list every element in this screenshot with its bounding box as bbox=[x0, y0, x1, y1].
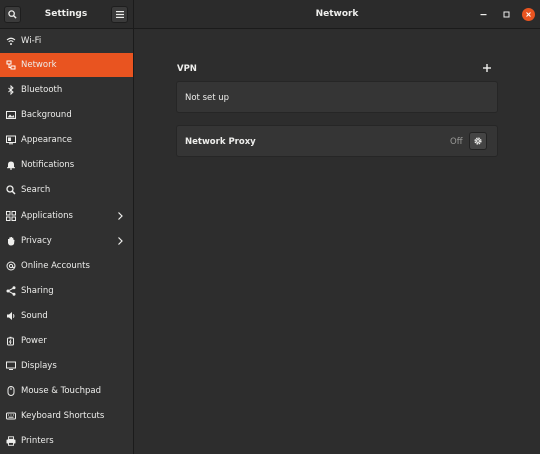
sidebar-title: Settings bbox=[44, 9, 88, 19]
sidebar-item-online-accounts[interactable]: Online Accounts bbox=[0, 254, 133, 278]
vpn-section-title: VPN bbox=[177, 64, 197, 74]
sidebar-item-label: Keyboard Shortcuts bbox=[21, 411, 105, 421]
gear-icon bbox=[474, 137, 482, 145]
sidebar-item-privacy[interactable]: Privacy bbox=[0, 229, 133, 253]
grid-icon bbox=[5, 211, 16, 222]
close-icon bbox=[526, 12, 531, 17]
close-button[interactable] bbox=[520, 6, 537, 23]
sidebar-item-label: Displays bbox=[21, 361, 57, 371]
sidebar-item-label: Privacy bbox=[21, 236, 52, 246]
sidebar-item-label: Power bbox=[21, 336, 47, 346]
maximize-icon bbox=[503, 11, 510, 18]
network-icon bbox=[5, 60, 16, 71]
network-proxy-label: Network Proxy bbox=[185, 137, 256, 147]
sidebar-item-displays[interactable]: Displays bbox=[0, 354, 133, 378]
search-icon bbox=[8, 10, 17, 19]
sidebar-item-label: Background bbox=[21, 110, 72, 120]
chevron-right-icon bbox=[118, 237, 123, 245]
minimize-button[interactable] bbox=[475, 6, 492, 23]
search-icon bbox=[5, 185, 16, 196]
sidebar-item-sharing[interactable]: Sharing bbox=[0, 279, 133, 303]
sidebar-item-power[interactable]: Power bbox=[0, 329, 133, 353]
settings-window: Settings Network Wi-Fi Network Bluetooth… bbox=[0, 0, 540, 454]
sidebar-item-label: Sound bbox=[21, 311, 48, 321]
menu-button[interactable] bbox=[111, 6, 128, 23]
keyboard-icon bbox=[5, 411, 16, 422]
sidebar-item-label: Appearance bbox=[21, 135, 73, 145]
sidebar-item-label: Online Accounts bbox=[21, 261, 90, 271]
sidebar-item-appearance[interactable]: Appearance bbox=[0, 128, 133, 152]
bell-icon bbox=[5, 160, 16, 171]
appearance-icon bbox=[5, 135, 16, 146]
sidebar-item-label: Sharing bbox=[21, 286, 54, 296]
sidebar-item-printers[interactable]: Printers bbox=[0, 429, 133, 453]
printer-icon bbox=[5, 436, 16, 447]
hamburger-icon bbox=[115, 11, 124, 18]
close-circle bbox=[522, 8, 535, 21]
sidebar-item-keyboard-shortcuts[interactable]: Keyboard Shortcuts bbox=[0, 404, 133, 428]
sidebar-item-mouse-touchpad[interactable]: Mouse & Touchpad bbox=[0, 379, 133, 403]
sidebar-header: Settings bbox=[0, 0, 134, 29]
chevron-right-icon bbox=[118, 212, 123, 220]
header-bar: Settings Network bbox=[0, 0, 540, 29]
main-content: VPN Not set up Network Proxy Off bbox=[134, 29, 540, 454]
network-proxy-status: Off bbox=[450, 137, 463, 147]
sidebar: Wi-Fi Network Bluetooth Background Appea… bbox=[0, 29, 134, 454]
vpn-list: Not set up bbox=[176, 81, 498, 113]
sidebar-item-notifications[interactable]: Notifications bbox=[0, 153, 133, 177]
display-icon bbox=[5, 361, 16, 372]
sidebar-item-label: Mouse & Touchpad bbox=[21, 386, 102, 396]
sidebar-item-label: Wi-Fi bbox=[21, 36, 42, 46]
sidebar-item-label: Network bbox=[21, 60, 57, 70]
maximize-button[interactable] bbox=[498, 6, 515, 23]
sidebar-item-wifi[interactable]: Wi-Fi bbox=[0, 29, 133, 53]
network-proxy-row[interactable]: Network Proxy Off bbox=[176, 125, 498, 157]
mouse-icon bbox=[5, 386, 16, 397]
wifi-icon bbox=[5, 36, 16, 47]
sidebar-item-label: Bluetooth bbox=[21, 85, 63, 95]
bluetooth-icon bbox=[5, 85, 16, 96]
sidebar-item-label: Applications bbox=[21, 211, 73, 221]
sidebar-item-applications[interactable]: Applications bbox=[0, 204, 133, 228]
network-proxy-settings-button[interactable] bbox=[469, 132, 487, 150]
speaker-icon bbox=[5, 311, 16, 322]
sidebar-item-network[interactable]: Network bbox=[0, 53, 133, 77]
vpn-status-text: Not set up bbox=[185, 93, 230, 103]
minimize-icon bbox=[480, 14, 487, 16]
power-icon bbox=[5, 336, 16, 347]
share-icon bbox=[5, 286, 16, 297]
sidebar-item-label: Printers bbox=[21, 436, 54, 446]
search-button[interactable] bbox=[4, 6, 21, 23]
hand-icon bbox=[5, 236, 16, 247]
add-vpn-button[interactable] bbox=[481, 62, 493, 74]
background-icon bbox=[5, 110, 16, 121]
sidebar-item-label: Notifications bbox=[21, 160, 75, 170]
at-icon bbox=[5, 261, 16, 272]
sidebar-item-sound[interactable]: Sound bbox=[0, 304, 133, 328]
sidebar-item-bluetooth[interactable]: Bluetooth bbox=[0, 78, 133, 102]
sidebar-item-label: Search bbox=[21, 185, 51, 195]
sidebar-item-search[interactable]: Search bbox=[0, 178, 133, 202]
sidebar-item-background[interactable]: Background bbox=[0, 103, 133, 127]
